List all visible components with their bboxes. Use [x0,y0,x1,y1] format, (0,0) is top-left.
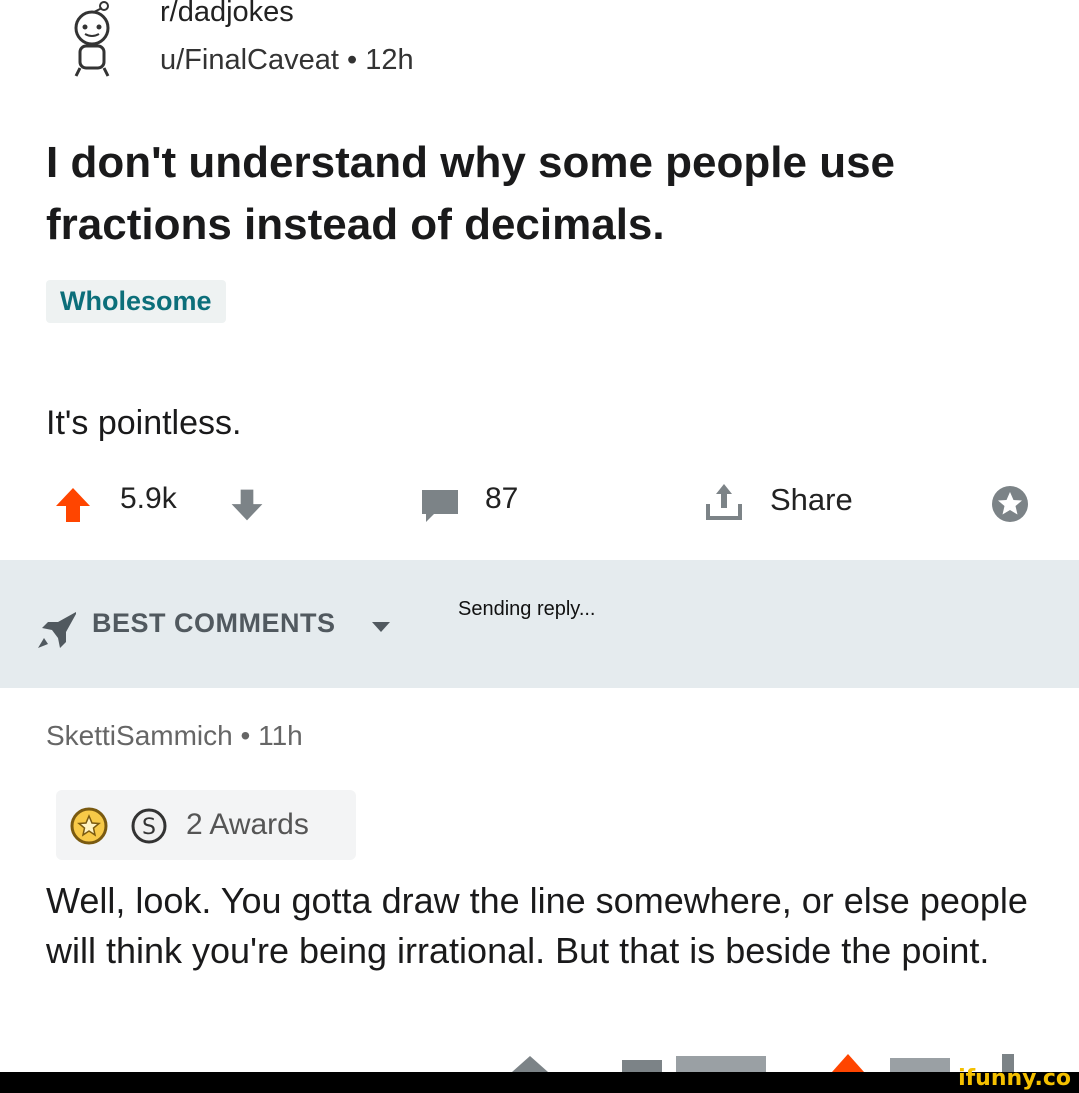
post-author[interactable]: u/FinalCaveat [160,44,339,76]
post-meta: u/FinalCaveat • 12h [160,44,414,77]
upvote-icon[interactable] [52,486,94,524]
post-body: It's pointless. [46,404,242,442]
comment-icon[interactable] [418,486,462,526]
comment-age: 11h [258,720,303,751]
wholesome-award-icon [70,807,108,845]
sending-reply-status: Sending reply... [458,598,596,620]
comment-text: Well, look. You gotta draw the line some… [46,880,1028,971]
post-flair[interactable]: Wholesome [46,280,226,323]
meta-separator: • [347,44,366,76]
awards-count: 2 Awards [186,808,309,841]
award-icon[interactable] [988,482,1032,526]
svg-text:S: S [142,815,156,840]
share-icon[interactable] [702,480,746,524]
silver-award-icon: S [131,808,167,844]
sort-dropdown[interactable]: BEST COMMENTS [92,608,336,639]
post-age: 12h [365,44,414,76]
chevron-down-icon[interactable] [370,620,392,634]
comment-meta: SkettiSammich • 11h [46,720,303,752]
subreddit-name[interactable]: r/dadjokes [160,0,294,29]
meta-separator: • [240,720,259,751]
downvote-icon[interactable] [228,486,266,524]
snoo-avatar-icon[interactable] [60,0,124,80]
comment-actions-cutoff [512,1054,1014,1072]
post-title[interactable]: I don't understand why some people use f… [46,132,1046,256]
comment-count[interactable]: 87 [485,482,518,516]
comment-author[interactable]: SkettiSammich [46,720,233,751]
watermark-bar [0,1072,1079,1093]
ifunny-watermark: ifunny.co [958,1066,1071,1091]
share-button[interactable]: Share [770,482,853,518]
rocket-icon[interactable] [36,608,82,650]
vote-score: 5.9k [120,482,177,515]
